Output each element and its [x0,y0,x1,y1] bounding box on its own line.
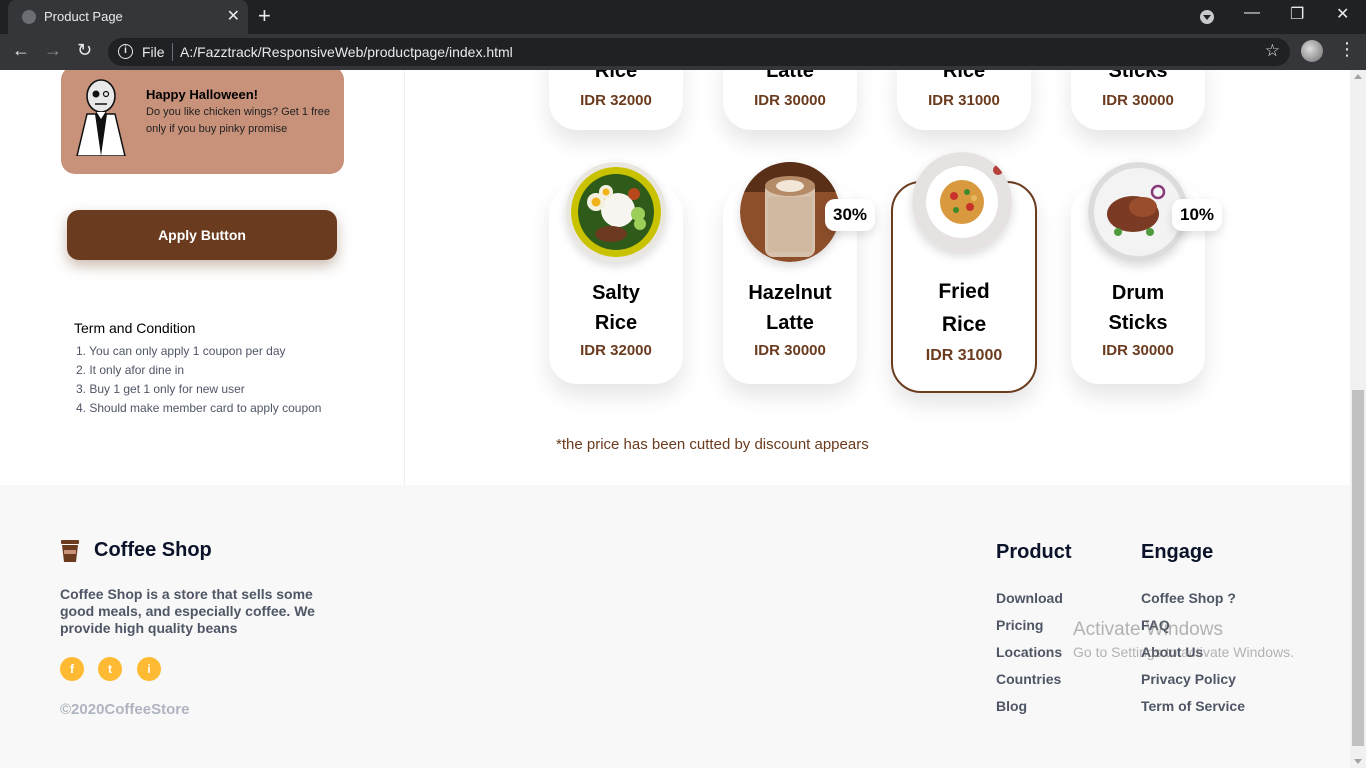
scrollbar-thumb[interactable] [1352,390,1364,746]
url-separator [172,43,173,61]
product-name-line: Drum [1111,282,1165,304]
copyright: ©2020CoffeeStore [60,701,190,718]
browser-tab-strip: Product Page ✕ + — ❐ ✕ [0,0,1366,34]
tab-title: Product Page [44,9,123,24]
brand-description: Coffee Shop is a store that sells some g… [60,586,315,636]
discount-disclaimer: *the price has been cutted by discount a… [556,436,869,453]
footer-link-privacy-policy[interactable]: Privacy Policy [1141,666,1245,693]
browser-toolbar: ← → ↻ i File A:/Fazztrack/ResponsiveWeb/… [0,34,1366,70]
product-card[interactable]: Latte IDR 30000 [723,70,857,130]
product-name-line: Rice [594,312,638,334]
footer-link-download[interactable]: Download [996,585,1063,612]
product-card[interactable]: Rice IDR 31000 [897,70,1031,130]
forward-icon[interactable]: → [44,40,62,61]
scroll-up-icon[interactable] [1354,74,1362,79]
bookmark-star-icon[interactable]: ☆ [1265,41,1280,61]
promo-card[interactable]: Happy Halloween! Do you like chicken win… [61,70,344,174]
footer-link-countries[interactable]: Countries [996,666,1063,693]
globe-icon [22,10,36,24]
product-name: Rice [594,70,638,82]
new-tab-icon[interactable]: + [258,3,271,29]
product-price: IDR 32000 [580,342,652,359]
product-name-line: Fried [938,280,990,303]
fried-rice-image[interactable] [912,152,1012,252]
scroll-down-icon[interactable] [1354,759,1362,764]
salty-rice-image[interactable] [566,162,666,262]
product-price: IDR 30000 [754,342,826,359]
footer-link-blog[interactable]: Blog [996,693,1063,720]
footer-link-pricing[interactable]: Pricing [996,612,1063,639]
product-name-line: Sticks [1108,312,1168,334]
url-text[interactable]: A:/Fazztrack/ResponsiveWeb/productpage/i… [180,44,513,60]
footer-link-coffee-shop[interactable]: Coffee Shop ? [1141,585,1245,612]
product-name: Drum Sticks [1071,278,1205,338]
product-name: Rice [942,70,986,82]
engage-column-title: Engage [1141,541,1214,563]
product-price: IDR 31000 [925,347,1003,364]
product-price: IDR 30000 [754,92,826,109]
product-price: IDR 31000 [928,92,1000,109]
url-scheme: File [142,44,165,60]
product-name-line: Latte [766,312,814,334]
product-price: IDR 32000 [580,92,652,109]
product-card[interactable]: Sticks IDR 30000 [1071,70,1205,130]
terms-title: Term and Condition [74,320,196,336]
column-divider [404,70,405,485]
profile-avatar[interactable] [1301,40,1323,62]
page-content: Happy Halloween! Do you like chicken win… [0,70,1350,768]
footer-link-term-of-service[interactable]: Term of Service [1141,693,1245,720]
terms-item: 3. Buy 1 get 1 only for new user [76,382,245,396]
product-name: Sticks [1108,70,1168,82]
product-name: Latte [766,70,814,82]
brand-name: Coffee Shop [94,539,212,561]
info-icon[interactable]: i [118,44,133,59]
promo-title: Happy Halloween! [146,87,258,102]
instagram-icon[interactable]: i [137,657,161,681]
window-close-icon[interactable]: ✕ [1336,4,1349,24]
product-price: IDR 30000 [1102,342,1174,359]
address-bar[interactable]: i File A:/Fazztrack/ResponsiveWeb/produc… [108,38,1290,66]
activate-windows-watermark: Activate Windows Go to Settings to activ… [1073,619,1294,660]
twitter-icon[interactable]: t [98,657,122,681]
product-name: Hazelnut Latte [723,278,857,338]
restore-icon[interactable]: ❐ [1290,4,1304,24]
product-name-line: Hazelnut [748,282,832,304]
tab-close-icon[interactable]: ✕ [227,6,240,26]
apply-coupon-button[interactable]: Apply Button [67,210,337,260]
promo-description: Do you like chicken wings? Get 1 free on… [146,106,331,135]
product-name: Fried Rice [893,275,1035,341]
discount-badge: 10% [1172,199,1222,231]
terms-item: 4. Should make member card to apply coup… [76,401,322,415]
terms-item: 2. It only afor dine in [76,363,185,377]
menu-icon[interactable]: ⋮ [1338,39,1356,60]
tab-search-icon[interactable] [1200,10,1214,24]
product-column-title: Product [996,541,1072,563]
product-name-line: Rice [941,313,987,336]
watermark-title: Activate Windows [1073,619,1223,640]
terms-and-conditions: Term and Condition 1. You can only apply… [74,320,321,418]
reload-icon[interactable]: ↻ [77,40,92,61]
back-icon[interactable]: ← [12,40,30,61]
page-scrollbar[interactable] [1350,70,1366,768]
discount-badge: 30% [825,199,875,231]
product-name: Salty Rice [549,278,683,338]
minimize-icon[interactable]: — [1244,4,1260,22]
product-links: Download Pricing Locations Countries Blo… [996,585,1063,720]
product-card[interactable]: Rice IDR 32000 [549,70,683,130]
coffee-cup-icon [61,540,79,562]
terms-item: 1. You can only apply 1 coupon per day [76,344,286,358]
skeleton-figure-icon [76,79,126,156]
browser-tab[interactable]: Product Page ✕ [8,0,248,34]
product-price: IDR 30000 [1102,92,1174,109]
facebook-icon[interactable]: f [60,657,84,681]
watermark-subtitle: Go to Settings to activate Windows. [1073,644,1294,660]
product-name-line: Salty [592,282,640,304]
footer-link-locations[interactable]: Locations [996,639,1063,666]
